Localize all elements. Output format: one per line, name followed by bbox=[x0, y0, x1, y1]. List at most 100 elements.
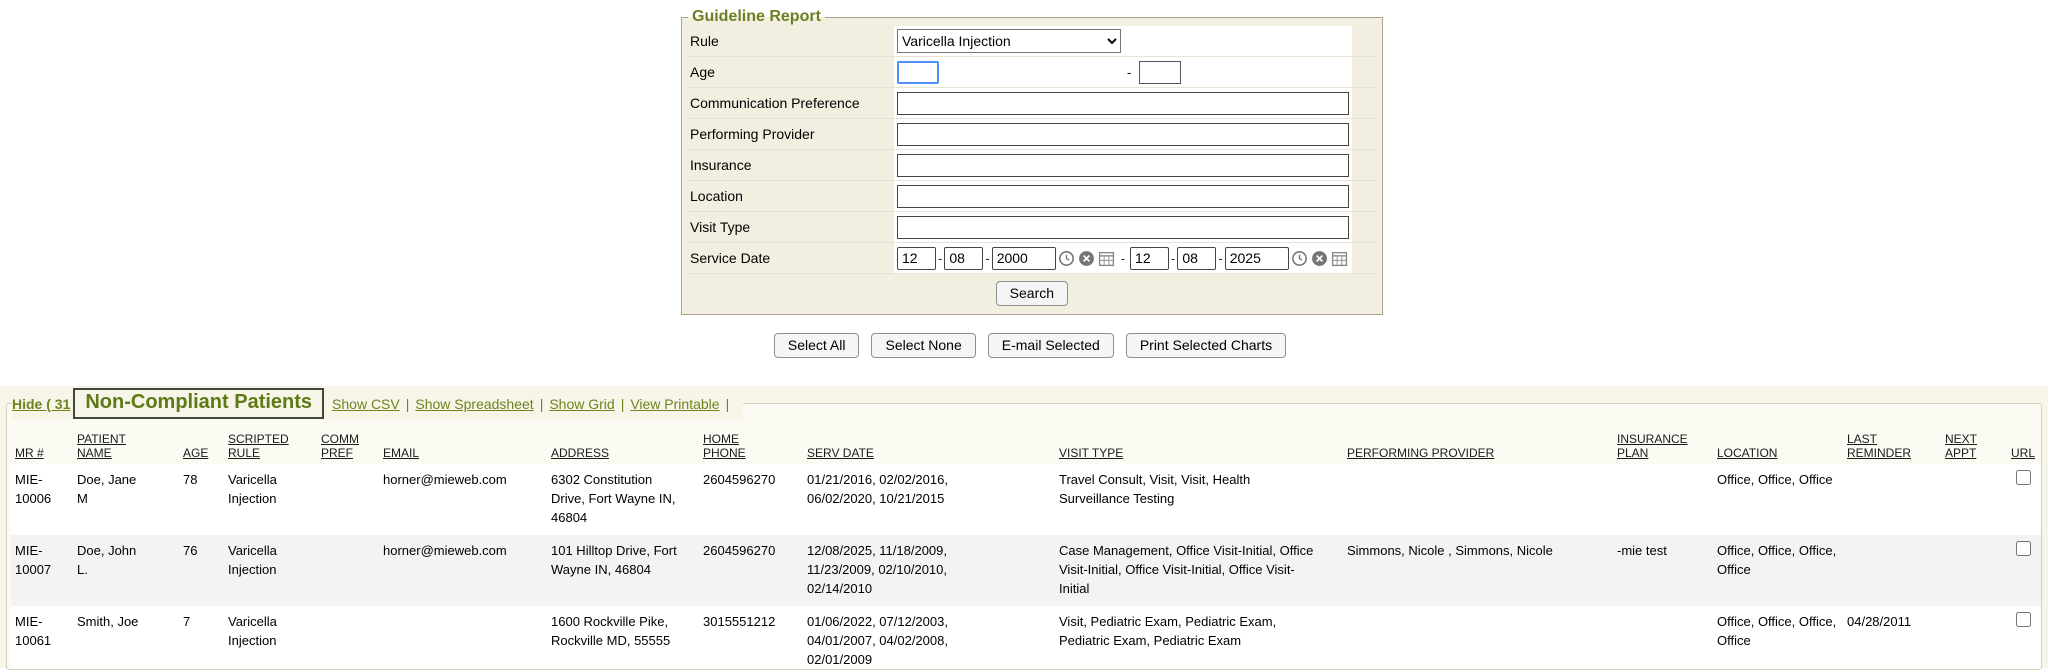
age-min-input[interactable] bbox=[897, 61, 939, 84]
column-header-scripted-rule[interactable]: SCRIPTED RULE bbox=[224, 430, 317, 464]
search-button[interactable]: Search bbox=[996, 281, 1068, 306]
column-header-age[interactable]: AGE bbox=[179, 430, 224, 464]
cell-location: Office, Office, Office, Office bbox=[1713, 535, 1843, 606]
cell-url bbox=[2003, 464, 2042, 535]
column-header-patient-name[interactable]: PATIENT NAME bbox=[73, 430, 179, 464]
performing-provider-input[interactable] bbox=[897, 123, 1349, 146]
cell-serv-date: 01/21/2016, 02/02/2016, 06/02/2020, 10/2… bbox=[803, 464, 1055, 535]
cell-address: 101 Hilltop Drive, Fort Wayne IN, 46804 bbox=[547, 535, 699, 606]
guideline-report-title: Guideline Report bbox=[688, 8, 825, 26]
selection-actions: Select All Select None E-mail Selected P… bbox=[681, 333, 1379, 358]
patient-row: MIE-10006 Doe, Jane M 78 Varicella Injec… bbox=[11, 464, 2042, 535]
row-select-checkbox[interactable] bbox=[2016, 470, 2031, 485]
location-control bbox=[894, 181, 1352, 211]
service-date-from-year-input[interactable] bbox=[992, 247, 1056, 270]
cell-address: 1600 Rockville Pike, Rockville MD, 55555 bbox=[547, 606, 699, 670]
non-compliant-patients-title: Non-Compliant Patients bbox=[73, 388, 324, 419]
rule-select[interactable]: Varicella Injection bbox=[897, 29, 1121, 53]
cell-insurance-plan: -mie test bbox=[1613, 535, 1713, 606]
column-header-comm-pref[interactable]: COMM PREF bbox=[317, 430, 379, 464]
cell-visit-type: Travel Consult, Visit, Visit, Health Sur… bbox=[1055, 464, 1343, 535]
service-date-to-day-input[interactable] bbox=[1177, 247, 1216, 270]
column-header-address[interactable]: ADDRESS bbox=[547, 430, 699, 464]
cell-performing-provider: Simmons, Nicole , Simmons, Nicole bbox=[1343, 535, 1613, 606]
cell-location: Office, Office, Office bbox=[1713, 464, 1843, 535]
cell-next-appt bbox=[1941, 464, 2003, 535]
performing-provider-control bbox=[894, 119, 1352, 149]
select-all-button[interactable]: Select All bbox=[774, 333, 860, 358]
select-none-button[interactable]: Select None bbox=[871, 333, 975, 358]
print-selected-charts-button[interactable]: Print Selected Charts bbox=[1126, 333, 1286, 358]
service-date-from-clock-icon[interactable] bbox=[1058, 249, 1076, 267]
column-header-last-reminder[interactable]: LAST REMINDER bbox=[1843, 430, 1941, 464]
cell-patient-name: Doe, John L. bbox=[73, 535, 179, 606]
service-date-control: -- - -- bbox=[894, 243, 1352, 273]
service-date-to-year-input[interactable] bbox=[1225, 247, 1289, 270]
communication-preference-input[interactable] bbox=[897, 92, 1349, 115]
cell-mr: MIE-10061 bbox=[11, 606, 73, 670]
cell-serv-date: 01/06/2022, 07/12/2003, 04/01/2007, 04/0… bbox=[803, 606, 1055, 670]
column-header-email[interactable]: EMAIL bbox=[379, 430, 547, 464]
service-date-to-clock-icon[interactable] bbox=[1291, 249, 1309, 267]
age-max-input[interactable] bbox=[1139, 61, 1181, 84]
cell-serv-date: 12/08/2025, 11/18/2009, 11/23/2009, 02/1… bbox=[803, 535, 1055, 606]
age-control: - bbox=[894, 57, 1352, 87]
service-date-to-calendar-icon[interactable] bbox=[1331, 249, 1349, 267]
cell-next-appt bbox=[1941, 535, 2003, 606]
location-input[interactable] bbox=[897, 185, 1349, 208]
column-header-insurance-plan[interactable]: INSURANCE PLAN bbox=[1613, 430, 1713, 464]
column-header-visit-type[interactable]: VISIT TYPE bbox=[1055, 430, 1343, 464]
show-spreadsheet-link[interactable]: Show Spreadsheet bbox=[415, 396, 533, 412]
column-header-home-phone[interactable]: HOME PHONE bbox=[699, 430, 803, 464]
cell-age: 78 bbox=[179, 464, 224, 535]
location-row: Location bbox=[688, 181, 1376, 212]
row-select-checkbox[interactable] bbox=[2016, 612, 2031, 627]
link-separator: | bbox=[726, 396, 730, 412]
age-row: Age - bbox=[688, 57, 1376, 88]
service-date-from-month-input[interactable] bbox=[897, 247, 936, 270]
age-range-separator: - bbox=[1127, 65, 1131, 80]
view-printable-link[interactable]: View Printable bbox=[630, 396, 719, 412]
email-selected-button[interactable]: E-mail Selected bbox=[988, 333, 1114, 358]
column-header-mr[interactable]: MR # bbox=[11, 430, 73, 464]
rule-row: Rule Varicella Injection bbox=[688, 26, 1376, 57]
cell-email: horner@mieweb.com bbox=[379, 464, 547, 535]
service-date-from-day-input[interactable] bbox=[944, 247, 983, 270]
column-header-serv-date[interactable]: SERV DATE bbox=[803, 430, 1055, 464]
rule-control: Varicella Injection bbox=[894, 26, 1352, 56]
insurance-control bbox=[894, 150, 1352, 180]
patients-table: MR # PATIENT NAME AGE SCRIPTED RULE COMM… bbox=[11, 430, 2042, 670]
show-grid-link[interactable]: Show Grid bbox=[549, 396, 614, 412]
service-date-to-month-input[interactable] bbox=[1130, 247, 1169, 270]
column-header-url[interactable]: URL bbox=[2003, 430, 2042, 464]
column-header-performing-provider[interactable]: PERFORMING PROVIDER bbox=[1343, 430, 1613, 464]
age-label: Age bbox=[688, 57, 894, 87]
communication-preference-row: Communication Preference bbox=[688, 88, 1376, 119]
cell-last-reminder bbox=[1843, 535, 1941, 606]
row-select-checkbox[interactable] bbox=[2016, 541, 2031, 556]
link-separator: | bbox=[540, 396, 544, 412]
service-date-to-clear-icon[interactable] bbox=[1311, 249, 1329, 267]
patient-row: MIE-10061 Smith, Joe 7 Varicella Injecti… bbox=[11, 606, 2042, 670]
service-date-from-clear-icon[interactable] bbox=[1078, 249, 1096, 267]
insurance-input[interactable] bbox=[897, 154, 1349, 177]
cell-home-phone: 2604596270 bbox=[699, 535, 803, 606]
cell-email bbox=[379, 606, 547, 670]
cell-last-reminder bbox=[1843, 464, 1941, 535]
link-separator: | bbox=[406, 396, 410, 412]
cell-comm-pref bbox=[317, 535, 379, 606]
column-header-location[interactable]: LOCATION bbox=[1713, 430, 1843, 464]
show-csv-link[interactable]: Show CSV bbox=[332, 396, 400, 412]
communication-preference-label: Communication Preference bbox=[688, 88, 894, 118]
date-part-separator: - bbox=[1171, 251, 1175, 266]
date-part-separator: - bbox=[938, 251, 942, 266]
hide-link[interactable]: Hide ( 31 bbox=[12, 396, 70, 412]
visit-type-input[interactable] bbox=[897, 216, 1349, 239]
visit-type-row: Visit Type bbox=[688, 212, 1376, 243]
cell-visit-type: Case Management, Office Visit-Initial, O… bbox=[1055, 535, 1343, 606]
cell-visit-type: Visit, Pediatric Exam, Pediatric Exam, P… bbox=[1055, 606, 1343, 670]
performing-provider-label: Performing Provider bbox=[688, 119, 894, 149]
cell-insurance-plan bbox=[1613, 606, 1713, 670]
service-date-from-calendar-icon[interactable] bbox=[1098, 249, 1116, 267]
column-header-next-appt[interactable]: NEXT APPT bbox=[1941, 430, 2003, 464]
